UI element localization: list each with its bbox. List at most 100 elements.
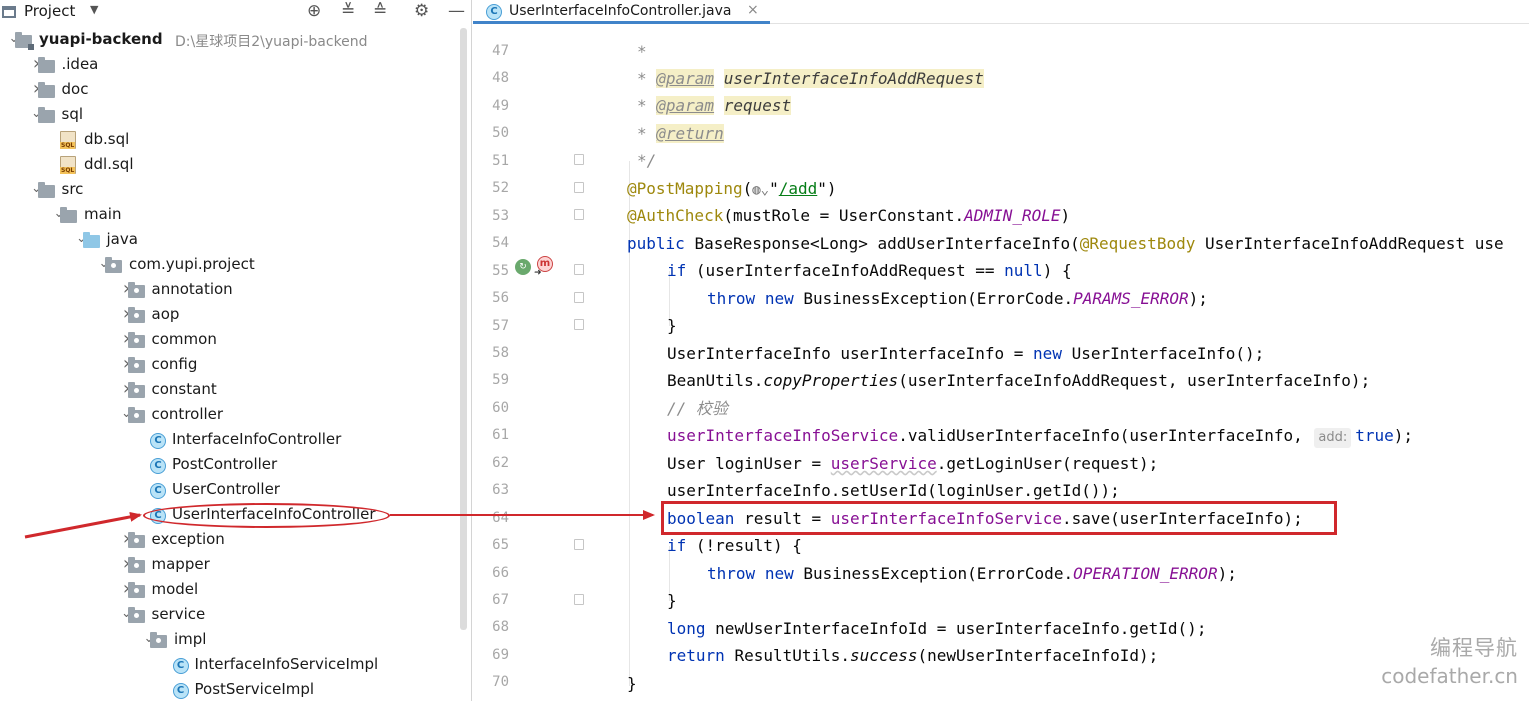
code-line-66: throw new BusinessException(ErrorCode.OP…: [707, 564, 1237, 583]
hide-panel-icon[interactable]: —: [448, 1, 465, 21]
package-icon: [127, 407, 145, 423]
fold-marker-icon[interactable]: [574, 182, 584, 193]
fold-marker-icon[interactable]: [574, 154, 584, 165]
tree-item-annotation[interactable]: › annotation: [0, 278, 460, 303]
tree-item-label: sql: [61, 105, 84, 123]
run-endpoint-icon[interactable]: ↻: [515, 259, 531, 275]
tree-item-label: config: [151, 355, 198, 373]
fold-marker-icon[interactable]: [574, 319, 584, 330]
fold-marker-icon[interactable]: [574, 264, 584, 275]
tree-item-config[interactable]: › config: [0, 353, 460, 378]
tree-item-label: impl: [174, 630, 207, 648]
tree-item-java[interactable]: ⌄ java: [0, 228, 460, 253]
code-line-68: long newUserInterfaceInfoId = userInterf…: [667, 619, 1207, 638]
class-icon: C: [150, 483, 166, 499]
code-line-61: userInterfaceInfoService.validUserInterf…: [667, 422, 1413, 449]
line-number: 70: [492, 674, 509, 691]
tree-item-label: main: [84, 205, 122, 223]
tree-item-main[interactable]: ⌄ main: [0, 203, 460, 228]
globe-icon[interactable]: ◍⌄: [752, 182, 769, 198]
folder-icon: [37, 107, 55, 123]
editor-tab-active[interactable]: C UserInterfaceInfoController.java ×: [473, 0, 770, 24]
tree-item-yuapi-backend[interactable]: ⌄ yuapi-backend D:\星球项目2\yuapi-backend: [0, 28, 460, 53]
tree-item-db-sql[interactable]: db.sql: [0, 128, 460, 153]
package-icon: [150, 632, 167, 648]
fold-marker-icon[interactable]: [574, 209, 584, 220]
watermark-cn: 编程导航: [1430, 636, 1518, 660]
tree-scrollbar[interactable]: [460, 28, 467, 630]
code-editor: C UserInterfaceInfoController.java × 47 4…: [473, 0, 1529, 701]
package-icon: [127, 582, 145, 598]
tree-item-com-yupi-project[interactable]: ⌄ com.yupi.project: [0, 253, 460, 278]
sql-file-icon: [60, 131, 76, 149]
line-number: 51: [492, 152, 509, 169]
fold-marker-icon[interactable]: [574, 292, 584, 303]
tree-item-label: controller: [151, 405, 224, 423]
code-line-55: if (userInterfaceInfoAddRequest == null)…: [667, 261, 1072, 280]
line-number: 67: [492, 592, 509, 608]
project-view-selector[interactable]: Project: [24, 2, 75, 20]
class-icon: C: [150, 458, 166, 474]
tree-item-src[interactable]: ⌄ src: [0, 178, 460, 203]
tree-item-interfaceinfocontroller[interactable]: C InterfaceInfoController: [0, 428, 460, 453]
locate-icon[interactable]: ⊕: [307, 1, 321, 21]
line-number: 47: [492, 43, 509, 59]
module-icon: [15, 32, 34, 50]
tree-item-doc[interactable]: › doc: [0, 78, 460, 103]
tree-item-postcontroller[interactable]: C PostController: [0, 453, 460, 478]
tree-item-label: doc: [61, 80, 89, 98]
editor-gutter: 47 48 49 50 51 52 53 54 55 56 57 58 59 60 61 62 63 64 65 66…: [473, 24, 613, 701]
project-view-icon: [2, 6, 16, 18]
package-icon: [127, 532, 145, 548]
package-icon: [105, 257, 122, 273]
tree-item-constant[interactable]: › constant: [0, 378, 460, 403]
tree-item-sql[interactable]: ⌄ sql: [0, 103, 460, 128]
class-icon: C: [172, 658, 189, 674]
tree-item-aop[interactable]: › aop: [0, 303, 460, 328]
line-number: 64: [492, 509, 509, 526]
tree-item-interfaceinfoserviceimpl[interactable]: C InterfaceInfoServiceImpl: [0, 653, 460, 678]
package-icon: [127, 332, 145, 348]
expand-all-icon[interactable]: ≚: [341, 1, 355, 21]
editor-tab-bar: C UserInterfaceInfoController.java ×: [473, 0, 1529, 24]
folder-icon: [37, 57, 55, 73]
tree-item-service[interactable]: ⌄ service: [0, 603, 460, 628]
tree-item-controller[interactable]: ⌄ controller: [0, 403, 460, 428]
package-icon: [127, 382, 145, 398]
line-number: 60: [492, 399, 509, 416]
tree-item-model[interactable]: › model: [0, 578, 460, 603]
gear-icon[interactable]: ⚙: [414, 1, 429, 21]
tree-item-ddl-sql[interactable]: ddl.sql: [0, 153, 460, 178]
tree-item-exception[interactable]: › exception: [0, 528, 460, 553]
tree-item-label: com.yupi.project: [129, 255, 255, 273]
tree-item-label: annotation: [151, 280, 233, 298]
package-icon: [127, 607, 145, 623]
close-icon[interactable]: ×: [747, 2, 759, 18]
collapse-all-icon[interactable]: ≙: [373, 1, 387, 21]
tree-item-usercontroller[interactable]: C UserController: [0, 478, 460, 503]
code-line-69: return ResultUtils.success(newUserInterf…: [667, 646, 1159, 665]
fold-marker-icon[interactable]: [574, 539, 584, 550]
watermark: 编程导航 codefather.cn: [1378, 632, 1518, 688]
line-number: 50: [492, 125, 509, 142]
tree-item-label: InterfaceInfoServiceImpl: [194, 655, 379, 673]
code-area[interactable]: * * @param userInterfaceInfoAddRequest *…: [613, 24, 1529, 701]
chevron-down-icon[interactable]: ▼: [90, 3, 98, 16]
tree-item-mapper[interactable]: › mapper: [0, 553, 460, 578]
code-line-49: * @param request: [637, 96, 792, 115]
tree-item-label: service: [151, 605, 206, 623]
tree-item-label: UserController: [172, 480, 280, 498]
request-mapping-icon[interactable]: m: [534, 256, 553, 280]
line-number: 62: [492, 454, 509, 471]
sql-file-icon: [60, 156, 76, 174]
folder-icon: [37, 82, 55, 98]
code-line-63: userInterfaceInfo.setUserId(loginUser.ge…: [667, 481, 1120, 500]
code-line-70: }: [627, 674, 637, 693]
tree-item-impl[interactable]: ⌄ impl: [0, 628, 460, 653]
line-number: 69: [492, 646, 509, 663]
tree-item-common[interactable]: › common: [0, 328, 460, 353]
tree-item-postserviceimpl[interactable]: C PostServiceImpl: [0, 678, 460, 701]
tree-item--idea[interactable]: › .idea: [0, 53, 460, 78]
line-number: 68: [492, 619, 509, 636]
fold-marker-icon[interactable]: [574, 594, 584, 605]
